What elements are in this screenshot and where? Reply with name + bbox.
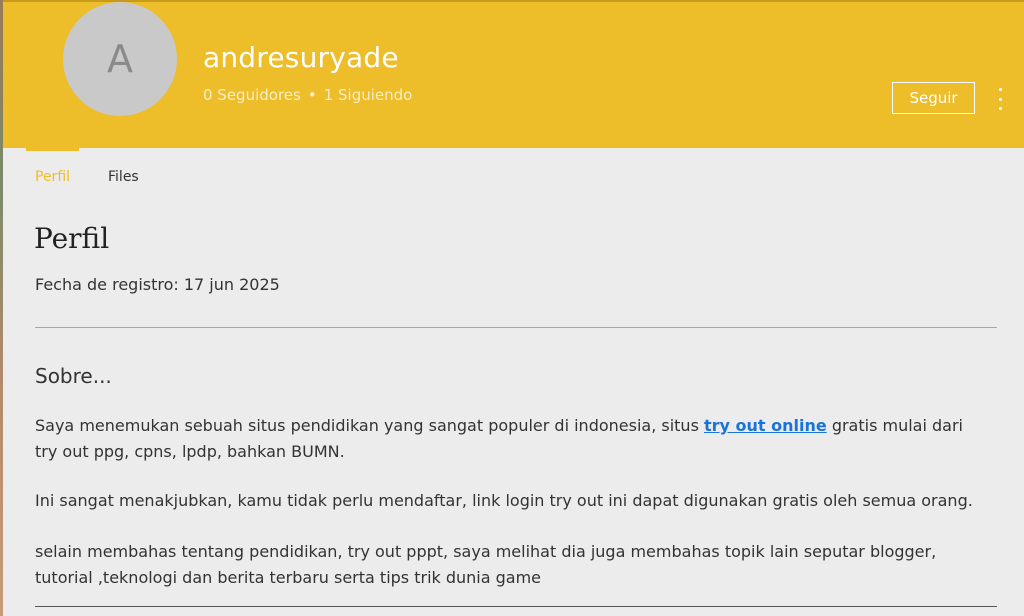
divider bbox=[35, 327, 997, 328]
paragraph-text: Saya menemukan sebuah situs pendidikan y… bbox=[35, 416, 704, 435]
page-title: Perfil bbox=[34, 222, 110, 255]
header-top-border bbox=[3, 0, 1024, 2]
more-dot bbox=[998, 88, 1002, 91]
followers-count[interactable]: 0 Seguidores bbox=[203, 86, 301, 104]
about-paragraph: selain membahas tentang pendidikan, try … bbox=[35, 542, 937, 587]
username: andresuryade bbox=[203, 41, 399, 74]
follow-stats: 0 Seguidores • 1 Siguiendo bbox=[203, 86, 412, 104]
profile-header: A andresuryade 0 Seguidores • 1 Siguiend… bbox=[3, 0, 1024, 148]
tab-files[interactable]: Files bbox=[108, 169, 139, 185]
registration-date: Fecha de registro: 17 jun 2025 bbox=[35, 275, 280, 294]
profile-page: A andresuryade 0 Seguidores • 1 Siguiend… bbox=[0, 0, 1024, 616]
divider bbox=[35, 606, 997, 607]
about-paragraph: Ini sangat menakjubkan, kamu tidak perlu… bbox=[35, 491, 973, 510]
avatar[interactable]: A bbox=[63, 2, 177, 116]
stats-separator: • bbox=[307, 86, 317, 104]
more-vertical-icon[interactable] bbox=[992, 88, 1008, 110]
more-dot bbox=[998, 97, 1002, 101]
active-tab-indicator bbox=[26, 148, 79, 151]
try-out-online-link[interactable]: try out online bbox=[704, 416, 827, 435]
following-count[interactable]: 1 Siguiendo bbox=[324, 86, 413, 104]
tab-perfil[interactable]: Perfil bbox=[35, 169, 70, 185]
about-paragraph: Saya menemukan sebuah situs pendidikan y… bbox=[35, 413, 985, 465]
about-heading: Sobre... bbox=[35, 364, 112, 388]
follow-button[interactable]: Seguir bbox=[892, 82, 975, 114]
more-dot bbox=[998, 107, 1002, 110]
